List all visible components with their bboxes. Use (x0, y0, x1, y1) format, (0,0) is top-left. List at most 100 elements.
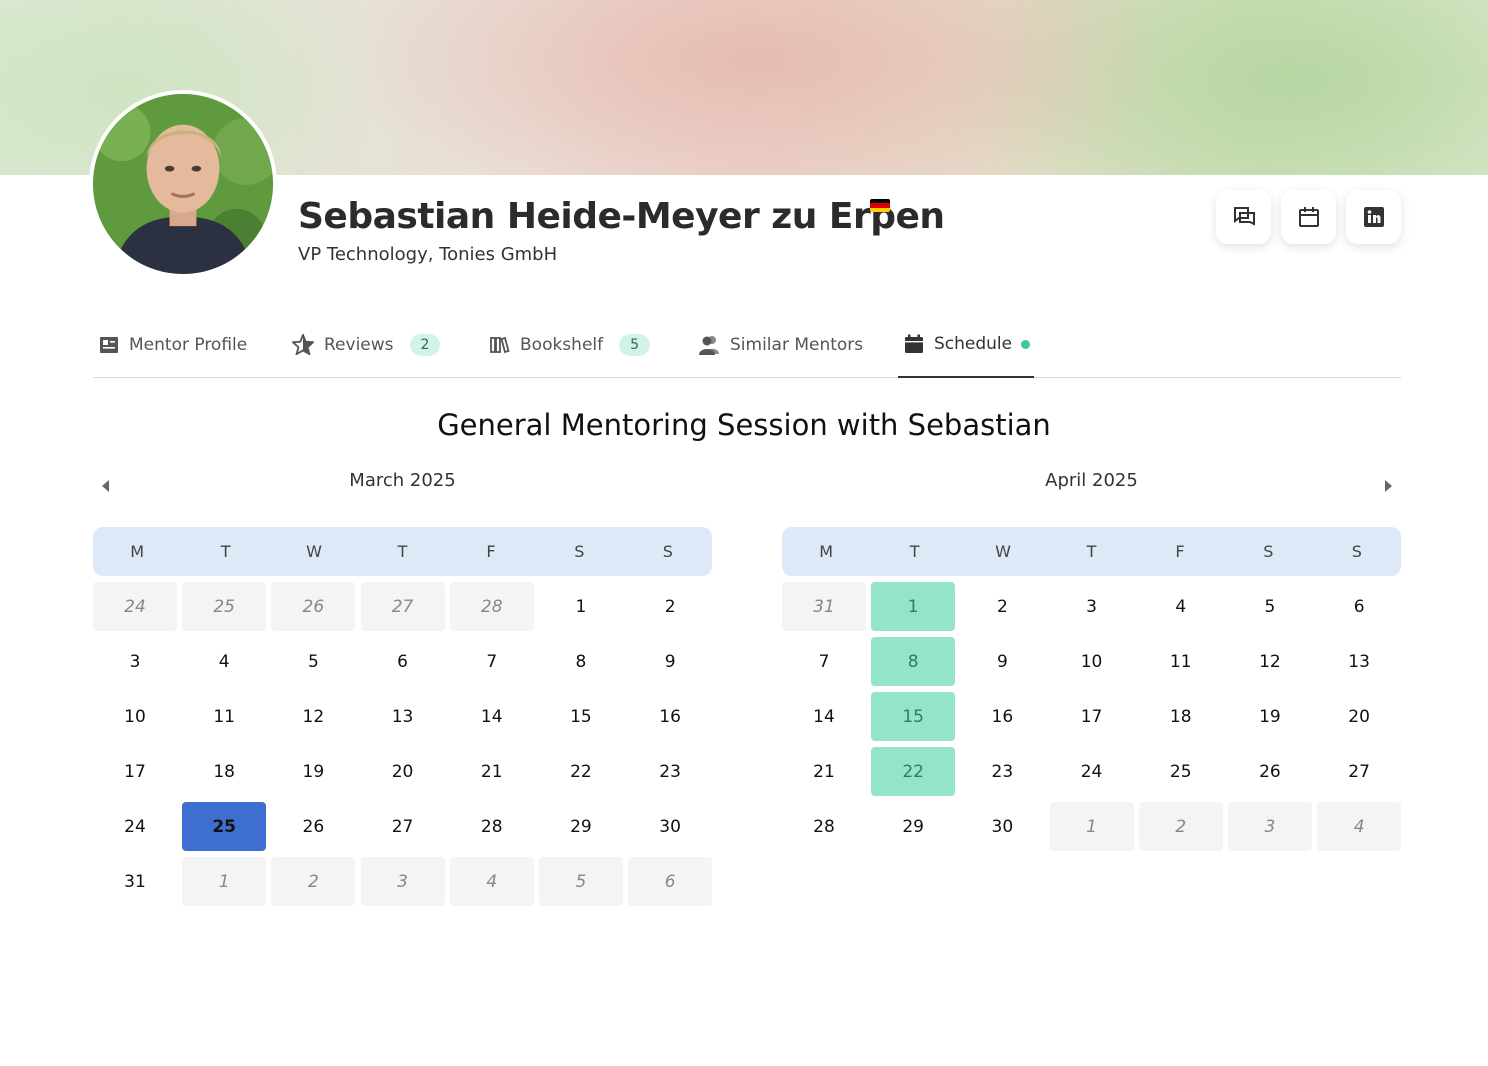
calendar-day-today: 25 (182, 802, 267, 851)
calendar-day-available[interactable]: 8 (871, 637, 956, 686)
weekday-label: T (909, 542, 920, 561)
calendar-day: 17 (1080, 706, 1103, 727)
linkedin-button[interactable] (1346, 190, 1401, 244)
calendar-day-available[interactable]: 22 (871, 747, 956, 796)
calendar-day-outside-month: 31 (782, 582, 866, 631)
weekday-label: T (220, 542, 231, 561)
calendar-day-outside-month: 5 (538, 857, 623, 906)
linkedin-icon (1363, 207, 1384, 227)
tab-label: Similar Mentors (730, 334, 864, 355)
calendar-day-available[interactable]: 1 (871, 582, 956, 631)
books-icon (490, 336, 510, 353)
weekday-label: M (819, 542, 834, 561)
calendar-day: 24 (124, 816, 146, 837)
calendar-day: 28 (480, 816, 503, 837)
tab-similar-mentors[interactable]: Similar Mentors (698, 312, 863, 377)
calendar-day: 13 (1348, 651, 1370, 672)
calendar-day: 3 (129, 651, 141, 672)
tab-label: Reviews (324, 334, 394, 355)
calendar-day-available[interactable]: 15 (871, 692, 956, 741)
calendar-april: April 2025 MTWTFSS 31 1 2 3 4 5 6 7 8 9 10 11 12 13 14… (782, 470, 1402, 851)
weekday-label: F (1175, 542, 1185, 561)
calendar-day-outside-month: 2 (271, 857, 356, 906)
weekday-label: S (1351, 542, 1362, 561)
calendar-day: 21 (480, 761, 503, 782)
calendar-day: 18 (1169, 706, 1192, 727)
calendar-day: 23 (659, 761, 681, 782)
calendar-icon (1298, 207, 1319, 227)
calendar-day: 29 (570, 816, 592, 837)
calendar-day: 4 (1175, 596, 1187, 617)
calendar-day: 10 (1080, 651, 1103, 672)
calendar-day: 30 (991, 816, 1014, 837)
day-grid: 24 25 26 27 28 1 2 3 4 5 6 7 8 9 10 11 12 13 14 15 16 17 18 19 2… (93, 582, 713, 906)
calendar-day: 3 (1086, 596, 1097, 617)
calendar-day: 12 (1259, 651, 1281, 672)
calendar-day-outside-month: 2 (1138, 802, 1223, 851)
calendar-day: 19 (1259, 706, 1281, 727)
mentor-name: Sebastian Heide-Meyer zu Erpen (298, 196, 945, 237)
message-button[interactable] (1216, 190, 1271, 244)
calendar-day: 2 (664, 596, 676, 617)
calendar-day: 18 (213, 761, 235, 782)
calendar-day: 20 (391, 761, 414, 782)
calendar-day: 7 (486, 651, 498, 672)
calendar-day: 2 (996, 596, 1008, 617)
calendar-day: 29 (902, 816, 924, 837)
calendar-day: 12 (302, 706, 325, 727)
chat-icon (1233, 207, 1255, 226)
bookshelf-count-badge: 5 (619, 333, 651, 356)
weekday-label: W (306, 542, 322, 561)
calendar-day: 6 (1353, 596, 1365, 617)
calendar-day: 15 (570, 706, 592, 727)
calendar-day-outside-month: 6 (628, 857, 713, 906)
tab-label: Schedule (934, 334, 1013, 354)
calendar-day: 13 (391, 706, 414, 727)
calendar-day: 30 (659, 816, 681, 837)
calendar-march: March 2025 MTWTFSS 24 25 26 27 28 1 2 3 4 5 6 7 8 9 10… (93, 470, 713, 906)
calendar-day-outside-month: 4 (449, 857, 534, 906)
calendar-day: 26 (302, 816, 325, 837)
calendar-day: 5 (1264, 596, 1276, 617)
tab-reviews[interactable]: Reviews 2 (292, 312, 441, 377)
calendar-day: 23 (991, 761, 1014, 782)
tab-schedule[interactable]: Schedule (898, 312, 1034, 378)
weekday-label: T (397, 542, 408, 561)
calendar-day: 7 (818, 651, 830, 672)
weekday-label: S (574, 542, 585, 561)
calendar-day: 1 (575, 596, 587, 617)
weekday-header: MTWTFSS (782, 527, 1401, 576)
calendar-day: 11 (1169, 651, 1192, 672)
calendar-day-outside-month: 3 (1227, 802, 1312, 851)
calendar-day: 14 (480, 706, 503, 727)
weekday-label: S (662, 542, 673, 561)
calendar-day-outside-month: 25 (182, 582, 267, 631)
star-icon (292, 334, 314, 355)
calendar-day: 20 (1348, 706, 1370, 727)
tab-mentor-profile[interactable]: Mentor Profile (99, 312, 247, 377)
calendar-day: 27 (391, 816, 414, 837)
calendar-day-outside-month: 27 (360, 582, 445, 631)
calendar-month-title: March 2025 (349, 470, 456, 491)
calendar-day: 11 (213, 706, 235, 727)
calendar-day: 25 (1169, 761, 1192, 782)
germany-flag-icon (870, 199, 890, 212)
calendar-day-outside-month: 3 (360, 857, 445, 906)
tab-bookshelf[interactable]: Bookshelf 5 (490, 312, 651, 377)
calendar-day: 16 (659, 706, 681, 727)
calendar-day: 17 (124, 761, 146, 782)
calendar-day-outside-month: 24 (93, 582, 177, 631)
weekday-label: W (995, 542, 1011, 561)
calendar-day: 22 (570, 761, 592, 782)
tab-label: Bookshelf (520, 334, 604, 355)
mentor-subtitle: VP Technology, Tonies GmbH (298, 244, 558, 265)
weekday-label: T (1086, 542, 1097, 561)
calendar-day-outside-month: 26 (271, 582, 356, 631)
calendar-icon (905, 334, 923, 353)
schedule-status-dot (1021, 339, 1031, 349)
reviews-count-badge: 2 (409, 333, 441, 356)
calendar-day: 10 (124, 706, 146, 727)
calendar-day: 5 (307, 651, 319, 672)
session-title: General Mentoring Session with Sebastian (437, 408, 1051, 442)
book-session-button[interactable] (1281, 190, 1336, 244)
